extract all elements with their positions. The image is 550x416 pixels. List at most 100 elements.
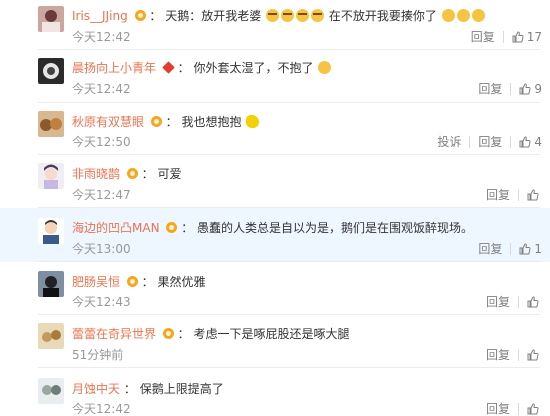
separator: ： (123, 382, 136, 396)
crying-emoji-icon (266, 9, 280, 22)
username-link[interactable]: 肥肠吴恒 (72, 275, 120, 289)
separator: ： (181, 221, 194, 235)
username-link[interactable]: 晨扬向上小青年 (72, 61, 156, 75)
emoji-icon (471, 9, 485, 22)
emoji-icon (318, 61, 332, 74)
comment-line: 晨扬向上小青年 ： 你外套太湿了，不抱了 (72, 60, 332, 76)
separator: ： (141, 275, 154, 289)
separator: ： (177, 61, 190, 75)
comment-text: 可爱 (157, 167, 182, 181)
comment-line: 月蚀中天 ： 保鹅上限提高了 (72, 381, 224, 397)
like-button[interactable] (519, 296, 542, 308)
username-link[interactable]: 月蚀中天 (72, 382, 120, 396)
reply-button[interactable]: 回复 (470, 135, 510, 149)
mango-emoji-icon (246, 115, 260, 128)
avatar[interactable] (38, 271, 64, 297)
separator: ： (141, 167, 154, 181)
crying-emoji-icon (296, 9, 310, 22)
comment-text-cont: 在不放开我要揍你了 (328, 9, 437, 23)
emoji-icon (441, 9, 455, 22)
reply-button[interactable]: 回复 (463, 30, 503, 44)
emoji-icon (456, 9, 470, 22)
comment-line: 肥肠吴恒 ： 果然优雅 (72, 274, 206, 290)
thumbs-up-icon (527, 189, 539, 201)
reply-button[interactable]: 回复 (470, 82, 510, 96)
comment-item: 秋原有双慧眼 ： 我也想抱抱 今天12:50 投诉 回复 4 (0, 103, 550, 155)
thumbs-up-icon (527, 403, 539, 415)
comment-text: 天鹅：放开我老婆 (165, 9, 262, 23)
comment-text: 果然优雅 (157, 275, 206, 289)
like-count: 9 (534, 82, 542, 96)
member-badge-icon (126, 168, 138, 179)
like-button[interactable]: 9 (511, 82, 542, 96)
member-badge-icon (134, 10, 146, 21)
like-count: 17 (526, 30, 542, 44)
member-badge-icon (166, 222, 178, 233)
comment-actions: 投诉 回复 4 (429, 135, 542, 149)
username-link[interactable]: 海边的凹凸MAN (72, 221, 160, 235)
reply-button[interactable]: 回复 (478, 188, 518, 202)
reply-button[interactable]: 回复 (478, 295, 518, 309)
avatar[interactable] (38, 111, 64, 137)
comment-line: 海边的凹凸MAN ： 愚蠢的人类总是自以为是，鹅们是在围观饭醉现场。 (72, 220, 473, 236)
reply-button[interactable]: 回复 (470, 242, 510, 256)
avatar[interactable] (38, 58, 64, 84)
report-button[interactable]: 投诉 (429, 135, 469, 149)
like-button[interactable] (519, 403, 542, 415)
timestamp: 今天12:42 (72, 30, 131, 44)
comment-item: Iris__JJing ： 天鹅：放开我老婆 在不放开我要揍你了 今天12:42… (0, 0, 550, 50)
comment-item: 晨扬向上小青年 ： 你外套太湿了，不抱了 今天12:42 回复 9 (0, 50, 550, 103)
timestamp: 今天12:50 (72, 135, 131, 149)
comment-text: 愚蠢的人类总是自以为是，鹅们是在围观饭醉现场。 (197, 221, 474, 235)
timestamp: 今天12:47 (72, 188, 131, 202)
comment-item: 蕾蕾在奇异世界 ： 考虑一下是啄屁股还是啄大腿 51分钟前 回复 (0, 315, 550, 368)
reply-button[interactable]: 回复 (478, 348, 518, 362)
like-button[interactable] (519, 189, 542, 201)
avatar[interactable] (38, 218, 64, 244)
member-badge-icon (162, 328, 174, 339)
like-count: 4 (534, 135, 542, 149)
comment-actions: 回复 (478, 295, 542, 309)
separator: ： (177, 327, 190, 341)
member-badge-icon (126, 276, 138, 287)
comment-text: 保鹅上限提高了 (139, 382, 224, 396)
avatar[interactable] (38, 6, 64, 32)
thumbs-up-icon (512, 31, 524, 43)
member-badge-icon (162, 61, 175, 74)
like-button[interactable]: 1 (511, 242, 542, 256)
timestamp: 今天12:42 (72, 82, 131, 96)
comment-item: 月蚀中天 ： 保鹅上限提高了 今天12:42 回复 (0, 368, 550, 416)
timestamp: 今天13:00 (72, 242, 131, 256)
comment-line: 秋原有双慧眼 ： 我也想抱抱 (72, 114, 260, 130)
comment-actions: 回复 (478, 348, 542, 362)
comment-line: 非雨晓鹊 ： 可爱 (72, 166, 182, 182)
comment-text: 我也想抱抱 (181, 115, 242, 129)
avatar[interactable] (38, 163, 64, 189)
crying-emoji-icon (311, 9, 325, 22)
like-count: 1 (534, 242, 542, 256)
username-link[interactable]: 蕾蕾在奇异世界 (72, 327, 156, 341)
timestamp: 今天12:43 (72, 295, 131, 309)
like-button[interactable] (519, 349, 542, 361)
avatar[interactable] (38, 323, 64, 349)
username-link[interactable]: Iris__JJing (72, 9, 128, 23)
separator: ： (149, 9, 162, 23)
like-button[interactable]: 17 (504, 30, 542, 44)
username-link[interactable]: 非雨晓鹊 (72, 167, 120, 181)
comment-item: 非雨晓鹊 ： 可爱 今天12:47 回复 (0, 155, 550, 208)
thumbs-up-icon (519, 83, 531, 95)
comment-item: 海边的凹凸MAN ： 愚蠢的人类总是自以为是，鹅们是在围观饭醉现场。 今天13:… (0, 208, 550, 262)
comment-actions: 回复 9 (470, 82, 542, 96)
comment-actions: 回复 1 (470, 242, 542, 256)
like-button[interactable]: 4 (511, 135, 542, 149)
member-badge-icon (150, 116, 162, 127)
comment-actions: 回复 17 (463, 30, 542, 44)
thumbs-up-icon (527, 296, 539, 308)
username-link[interactable]: 秋原有双慧眼 (72, 115, 144, 129)
comment-text: 你外套太湿了，不抱了 (193, 61, 314, 75)
avatar[interactable] (38, 378, 64, 404)
comment-actions: 回复 (478, 188, 542, 202)
comment-line: 蕾蕾在奇异世界 ： 考虑一下是啄屁股还是啄大腿 (72, 326, 350, 342)
comment-feed: Iris__JJing ： 天鹅：放开我老婆 在不放开我要揍你了 今天12:42… (0, 0, 550, 416)
separator: ： (165, 115, 178, 129)
